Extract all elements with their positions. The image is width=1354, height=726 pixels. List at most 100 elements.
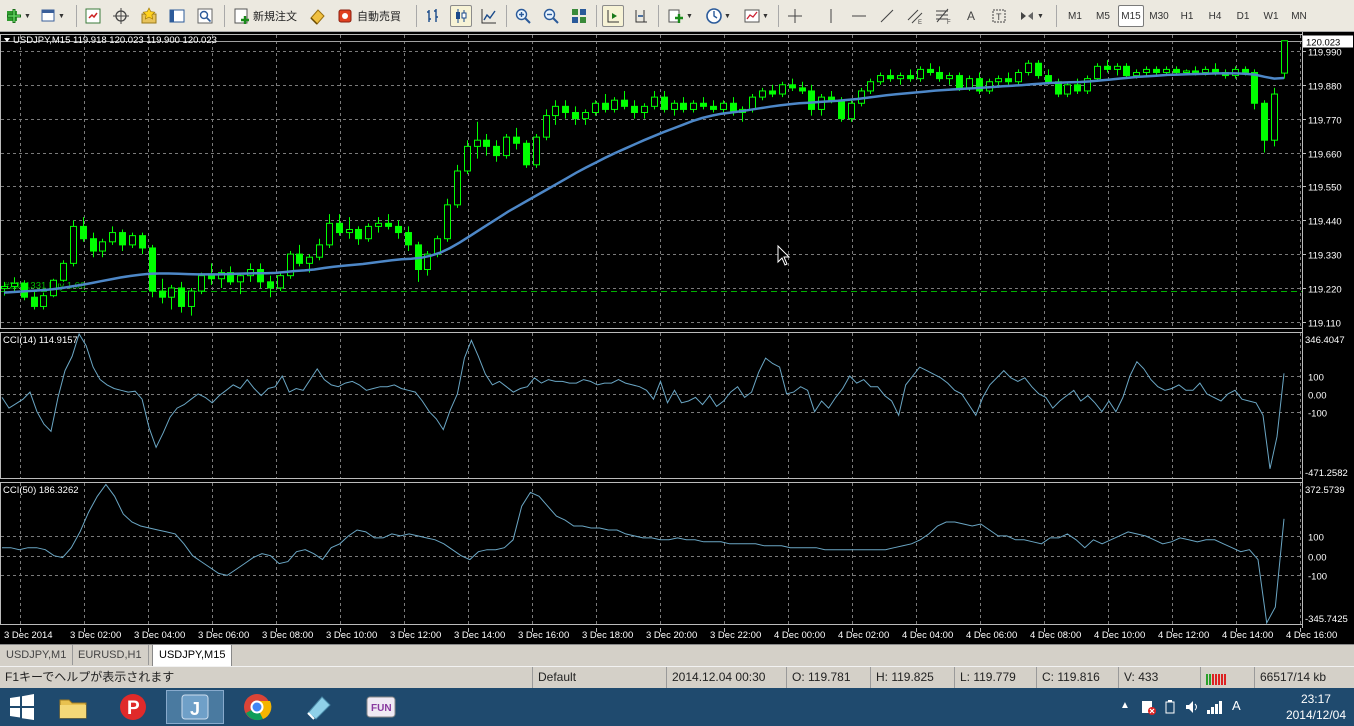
network-signal-icon[interactable] [1206, 699, 1224, 715]
chart-canvas[interactable]: 119.990 119.880 119.770 119.660 119.550 119.4… [0, 32, 1354, 644]
candle-body [375, 222, 382, 227]
navigator-button[interactable] [138, 5, 160, 27]
chart-shift-button[interactable] [630, 5, 652, 27]
profiles-button[interactable]: ▼ [36, 5, 68, 27]
tab-label: USDJPY,M1 [6, 649, 67, 661]
timeframe-h1-button[interactable]: H1 [1174, 5, 1200, 27]
vertical-line-tool[interactable] [820, 5, 842, 27]
start-button[interactable] [0, 690, 44, 724]
horizontal-line-tool[interactable] [848, 5, 870, 27]
strategy-tester-button[interactable] [194, 5, 216, 27]
tab-label: EURUSD,H1 [78, 649, 142, 661]
taskbar-file-explorer[interactable] [44, 690, 102, 724]
candle-body [60, 262, 67, 281]
chart-symbol-label: USDJPY,M15 119.918 120.023 119.900 120.0… [13, 35, 217, 46]
tab-usdjpy-m15[interactable]: USDJPY,M15 [152, 645, 233, 667]
templates-button[interactable]: ▼ [740, 5, 772, 27]
connection-status[interactable] [1200, 667, 1252, 688]
taskbar-fun-app[interactable]: FUN [352, 690, 410, 724]
chart-window[interactable]: 119.990 119.880 119.770 119.660 119.550 119.4… [0, 32, 1354, 644]
new-order-button[interactable]: 新規注文 [230, 5, 301, 27]
svg-text:P: P [127, 698, 140, 719]
candle-body [1, 285, 8, 290]
candle-body [1173, 68, 1180, 73]
periods-button[interactable]: ▼ [702, 5, 734, 27]
candle-body [1242, 68, 1249, 73]
action-center-icon[interactable] [1140, 699, 1156, 715]
candle-body [533, 136, 540, 166]
svg-text:E: E [918, 20, 922, 25]
bar-chart-button[interactable] [422, 5, 444, 27]
candle-body [690, 102, 697, 110]
candle-body [917, 68, 924, 80]
new-chart-button[interactable]: ▼ [3, 5, 33, 27]
candlestick-chart-button[interactable] [450, 5, 472, 27]
candle-body [454, 170, 461, 206]
taskbar-chrome[interactable] [228, 690, 286, 724]
tray-expand-icon[interactable]: ▲ [1120, 700, 1130, 711]
chart-shift-icon [635, 10, 647, 23]
time-axis-label: 3 Dec 10:00 [326, 630, 377, 641]
taskbar-notes-app[interactable] [290, 690, 348, 724]
data-window-button[interactable] [110, 5, 132, 27]
auto-trading-label: 自動売買 [357, 11, 401, 23]
zoom-out-button[interactable] [540, 5, 562, 27]
status-profile[interactable]: Default [532, 667, 664, 688]
candle-body [611, 99, 618, 110]
ime-indicator[interactable]: A [1232, 698, 1241, 713]
timeframe-mn-button[interactable]: MN [1286, 5, 1312, 27]
timeframe-m5-button[interactable]: M5 [1090, 5, 1116, 27]
power-icon[interactable] [1162, 699, 1178, 715]
trendline-tool[interactable] [876, 5, 898, 27]
tab-usdjpy-m1[interactable]: USDJPY,M1 [0, 645, 74, 665]
auto-scroll-button[interactable] [602, 5, 624, 27]
text-label-tool[interactable]: T [988, 5, 1010, 27]
fibonacci-tool[interactable]: F [932, 5, 954, 27]
volume-icon[interactable] [1184, 699, 1200, 715]
timeframe-h4-button[interactable]: H4 [1202, 5, 1228, 27]
market-watch-button[interactable] [82, 5, 104, 27]
metaeditor-button[interactable] [306, 5, 328, 27]
candle-body [1251, 71, 1258, 104]
time-axis-label: 4 Dec 04:00 [902, 630, 953, 641]
timeframe-d1-button[interactable]: D1 [1230, 5, 1256, 27]
indicators-icon [668, 9, 684, 23]
timeframe-m30-button[interactable]: M30 [1146, 5, 1172, 27]
zoom-in-button[interactable] [512, 5, 534, 27]
taskbar-clock[interactable]: 23:17 2014/12/04 [1286, 691, 1346, 723]
timeframe-m1-button[interactable]: M1 [1062, 5, 1088, 27]
candle-body [828, 96, 835, 101]
svg-text:F: F [947, 20, 951, 25]
candle-body [139, 235, 146, 249]
cci-line [1, 332, 1285, 469]
candle-body [799, 87, 806, 92]
tab-eurusd-h1[interactable]: EURUSD,H1 [72, 645, 149, 665]
timeframe-w1-button[interactable]: W1 [1258, 5, 1284, 27]
auto-trading-button[interactable]: 自動売買 [332, 5, 405, 27]
crosshair-tool[interactable] [784, 5, 806, 27]
candle-body [818, 96, 825, 110]
line-chart-button[interactable] [478, 5, 500, 27]
terminal-button[interactable] [166, 5, 188, 27]
time-axis-label: 3 Dec 06:00 [198, 630, 249, 641]
timeframe-m15-button[interactable]: M15 [1118, 5, 1144, 27]
candle-body [129, 235, 136, 246]
taskbar-pdf-app[interactable]: P [104, 690, 162, 724]
channel-tool[interactable]: E [904, 5, 926, 27]
candle-body [720, 102, 727, 110]
price-axis-label: 119.440 [1308, 217, 1342, 228]
windows-taskbar: P J FUN ▲ A 23:17 2014/12/04 [0, 688, 1354, 726]
status-volume: V: 433 [1118, 667, 1198, 688]
candle-body [1035, 62, 1042, 77]
cci-level-label: 0.00 [1308, 553, 1327, 564]
clock-icon [706, 8, 722, 24]
indicators-button[interactable]: ▼ [664, 5, 696, 27]
p-logo-icon: P [120, 694, 146, 720]
candle-body [661, 96, 668, 110]
candle-body [1133, 71, 1140, 77]
tile-windows-button[interactable] [568, 5, 590, 27]
taskbar-mt4-terminal[interactable]: J [166, 690, 224, 724]
text-tool[interactable]: A [960, 5, 982, 27]
candle-body [966, 78, 973, 89]
arrows-tool[interactable]: ▼ [1016, 5, 1046, 27]
